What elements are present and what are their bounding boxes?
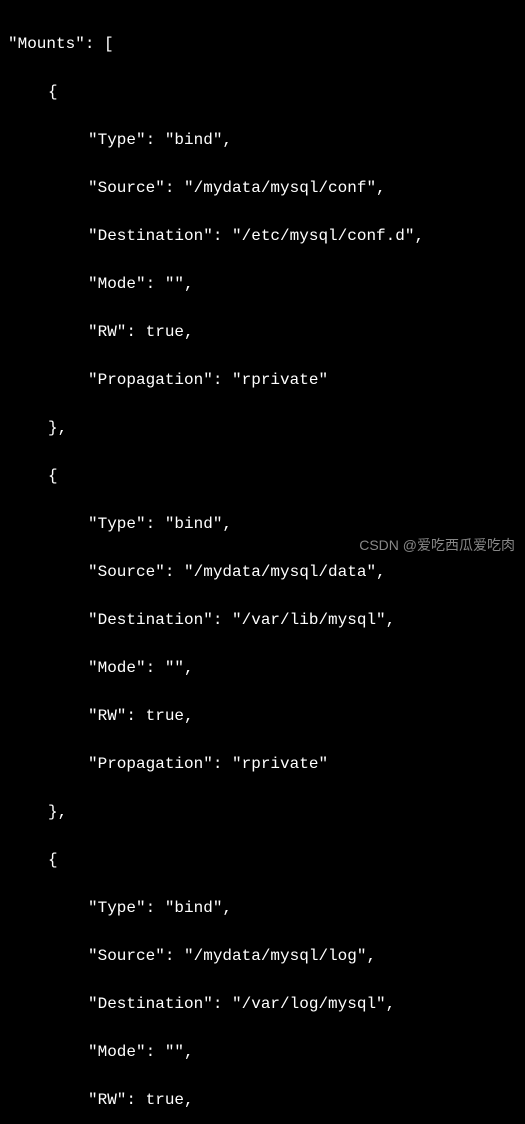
code-line: { bbox=[8, 80, 517, 104]
code-line: "RW": true, bbox=[8, 704, 517, 728]
code-line: "Mounts": [ bbox=[8, 32, 517, 56]
code-line: "Source": "/mydata/mysql/data", bbox=[8, 560, 517, 584]
code-line: "Mode": "", bbox=[8, 656, 517, 680]
code-line: "Propagation": "rprivate" bbox=[8, 752, 517, 776]
watermark-text: CSDN @爱吃西瓜爱吃肉 bbox=[359, 535, 515, 556]
code-line: "Mode": "", bbox=[8, 272, 517, 296]
code-line: "RW": true, bbox=[8, 1088, 517, 1112]
code-line: "Mode": "", bbox=[8, 1040, 517, 1064]
code-line: "Source": "/mydata/mysql/log", bbox=[8, 944, 517, 968]
code-line: "Source": "/mydata/mysql/conf", bbox=[8, 176, 517, 200]
code-line: "Destination": "/var/log/mysql", bbox=[8, 992, 517, 1016]
json-code-block: "Mounts": [ { "Type": "bind", "Source": … bbox=[8, 8, 517, 1124]
code-line: "Propagation": "rprivate" bbox=[8, 368, 517, 392]
code-line: { bbox=[8, 464, 517, 488]
code-line: }, bbox=[8, 800, 517, 824]
code-line: "Type": "bind", bbox=[8, 128, 517, 152]
code-line: "Type": "bind", bbox=[8, 896, 517, 920]
code-line: "RW": true, bbox=[8, 320, 517, 344]
code-line: }, bbox=[8, 416, 517, 440]
code-line: "Destination": "/etc/mysql/conf.d", bbox=[8, 224, 517, 248]
code-line: "Type": "bind", bbox=[8, 512, 517, 536]
code-line: { bbox=[8, 848, 517, 872]
code-line: "Destination": "/var/lib/mysql", bbox=[8, 608, 517, 632]
